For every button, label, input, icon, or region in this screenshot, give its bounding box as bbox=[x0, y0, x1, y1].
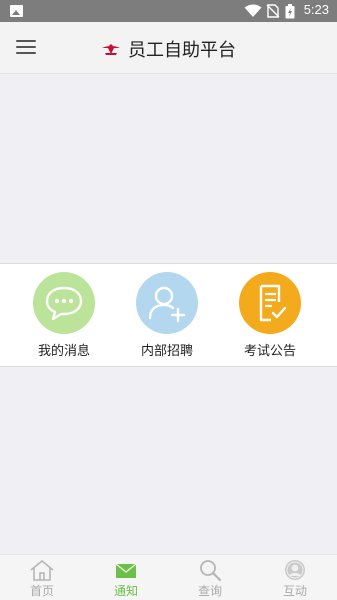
tab-home[interactable]: 首页 bbox=[0, 555, 84, 600]
tab-query-label: 查询 bbox=[197, 584, 222, 598]
app-bar: 员工自助平台 bbox=[0, 22, 337, 74]
chat-bubble-icon bbox=[33, 272, 95, 334]
airline-logo-icon bbox=[101, 44, 120, 55]
content-area-bottom bbox=[0, 368, 337, 554]
search-icon bbox=[200, 560, 222, 581]
exam-announcement-button[interactable]: 考试公告 bbox=[220, 272, 320, 359]
internal-recruitment-button[interactable]: 内部招聘 bbox=[117, 272, 217, 359]
battery-icon bbox=[285, 4, 295, 19]
exam-announcement-label: 考试公告 bbox=[243, 344, 296, 359]
internal-recruitment-label: 内部招聘 bbox=[140, 344, 193, 359]
my-messages-button[interactable]: 我的消息 bbox=[14, 272, 114, 359]
wifi-icon bbox=[244, 4, 262, 17]
page-title: 员工自助平台 bbox=[128, 40, 237, 61]
document-check-icon bbox=[239, 272, 301, 334]
tab-interact-label: 互动 bbox=[282, 584, 307, 598]
tab-notifications[interactable]: 通知 bbox=[84, 555, 168, 600]
bottom-tab-bar: 首页 通知 查询 互动 bbox=[0, 554, 337, 600]
tab-notifications-label: 通知 bbox=[113, 584, 138, 598]
my-messages-label: 我的消息 bbox=[37, 344, 90, 359]
gallery-icon bbox=[10, 5, 23, 17]
tab-home-label: 首页 bbox=[29, 584, 54, 598]
user-avatar-icon bbox=[285, 560, 305, 580]
tab-query[interactable]: 查询 bbox=[168, 555, 252, 600]
quick-actions-panel: 我的消息 内部招聘 考试公告 bbox=[0, 263, 337, 367]
status-bar: 5:23 bbox=[0, 0, 337, 22]
title-wrap: 员工自助平台 bbox=[0, 36, 337, 62]
status-time: 5:23 bbox=[303, 2, 329, 17]
envelope-icon bbox=[115, 563, 137, 578]
tab-interact[interactable]: 互动 bbox=[253, 555, 337, 600]
content-area-top bbox=[0, 75, 337, 263]
home-icon bbox=[30, 560, 54, 581]
no-sim-icon bbox=[266, 4, 280, 18]
add-user-icon bbox=[136, 272, 198, 334]
